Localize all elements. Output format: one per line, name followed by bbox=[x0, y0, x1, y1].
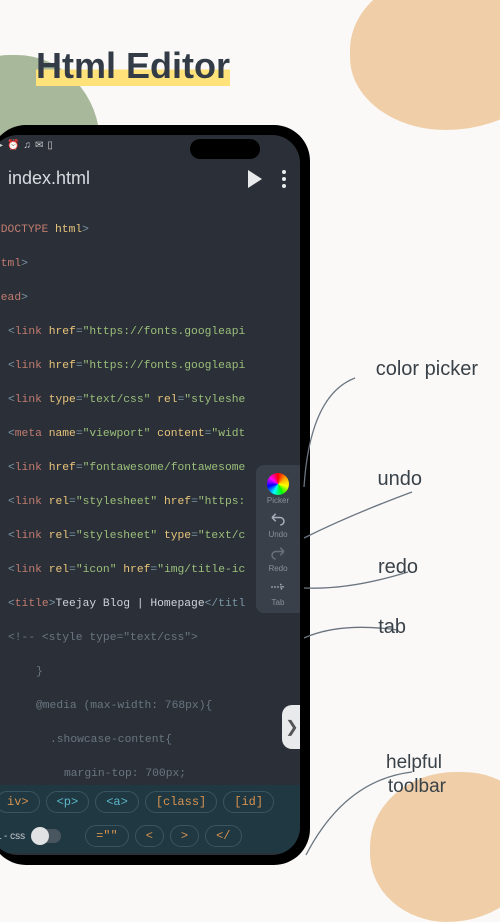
picker-label: Picker bbox=[267, 496, 289, 505]
overflow-menu-button[interactable] bbox=[282, 170, 286, 188]
tab-label: Tab bbox=[272, 598, 285, 607]
undo-button[interactable]: Undo bbox=[267, 509, 289, 539]
callout-undo: undo bbox=[378, 468, 423, 491]
page-title: Html Editor bbox=[36, 45, 230, 87]
tab-icon bbox=[267, 577, 289, 597]
chat-icon: ✉ bbox=[35, 140, 43, 151]
toggle-switch-icon bbox=[31, 829, 61, 843]
chip-class[interactable]: [class] bbox=[145, 791, 217, 813]
undo-icon bbox=[267, 509, 289, 529]
callout-tab: tab bbox=[378, 616, 406, 639]
redo-label: Redo bbox=[268, 564, 287, 573]
callout-toolbar-l1: helpful bbox=[386, 752, 442, 774]
redo-button[interactable]: Redo bbox=[267, 543, 289, 573]
undo-label: Undo bbox=[268, 530, 287, 539]
alarm-icon: ⏰ bbox=[7, 140, 19, 151]
phone-frame: ▸ ⏰ ♫ ✉ ▯ index.html !DOCTYPE html> html… bbox=[0, 125, 310, 865]
lang-toggle[interactable]: L - css bbox=[0, 829, 61, 843]
chip-close[interactable]: </ bbox=[205, 825, 241, 847]
code-editor[interactable]: !DOCTYPE html> html> head> <link href="h… bbox=[0, 203, 300, 783]
callout-toolbar-l2: toolbar bbox=[388, 776, 446, 798]
phone-notch bbox=[190, 139, 260, 159]
shortcut-row-2: L - css ="" < > </ bbox=[0, 819, 300, 853]
connector-undo bbox=[300, 490, 415, 540]
redo-icon bbox=[267, 543, 289, 563]
connector-picker bbox=[300, 375, 360, 490]
chip-a[interactable]: <a> bbox=[95, 791, 139, 813]
chip-gt[interactable]: > bbox=[170, 825, 199, 847]
app-bar: index.html bbox=[0, 154, 300, 203]
callout-redo: redo bbox=[378, 556, 418, 579]
battery-icon: ▯ bbox=[47, 140, 53, 151]
chip-div[interactable]: iv> bbox=[0, 791, 40, 813]
chip-id[interactable]: [id] bbox=[223, 791, 274, 813]
run-button[interactable] bbox=[248, 170, 262, 188]
filename-label: index.html bbox=[8, 168, 90, 189]
shortcut-row-1: iv> <p> <a> [class] [id] bbox=[0, 785, 300, 819]
callout-color-picker: color picker bbox=[376, 358, 478, 381]
picker-button[interactable]: Picker bbox=[267, 473, 289, 505]
decor-blob-peach-top bbox=[350, 0, 500, 130]
chip-p[interactable]: <p> bbox=[46, 791, 90, 813]
chip-eq[interactable]: ="" bbox=[85, 825, 129, 847]
signal-icon: ▸ bbox=[0, 140, 3, 151]
music-icon: ♫ bbox=[23, 140, 31, 151]
floating-toolbar: Picker Undo Redo Tab bbox=[256, 465, 300, 613]
phone-screen: ▸ ⏰ ♫ ✉ ▯ index.html !DOCTYPE html> html… bbox=[0, 135, 300, 855]
drawer-handle[interactable]: ❯ bbox=[282, 705, 300, 749]
chip-lt[interactable]: < bbox=[135, 825, 164, 847]
tab-button[interactable]: Tab bbox=[267, 577, 289, 607]
lang-toggle-label: L - css bbox=[0, 831, 25, 842]
color-wheel-icon bbox=[267, 473, 289, 495]
